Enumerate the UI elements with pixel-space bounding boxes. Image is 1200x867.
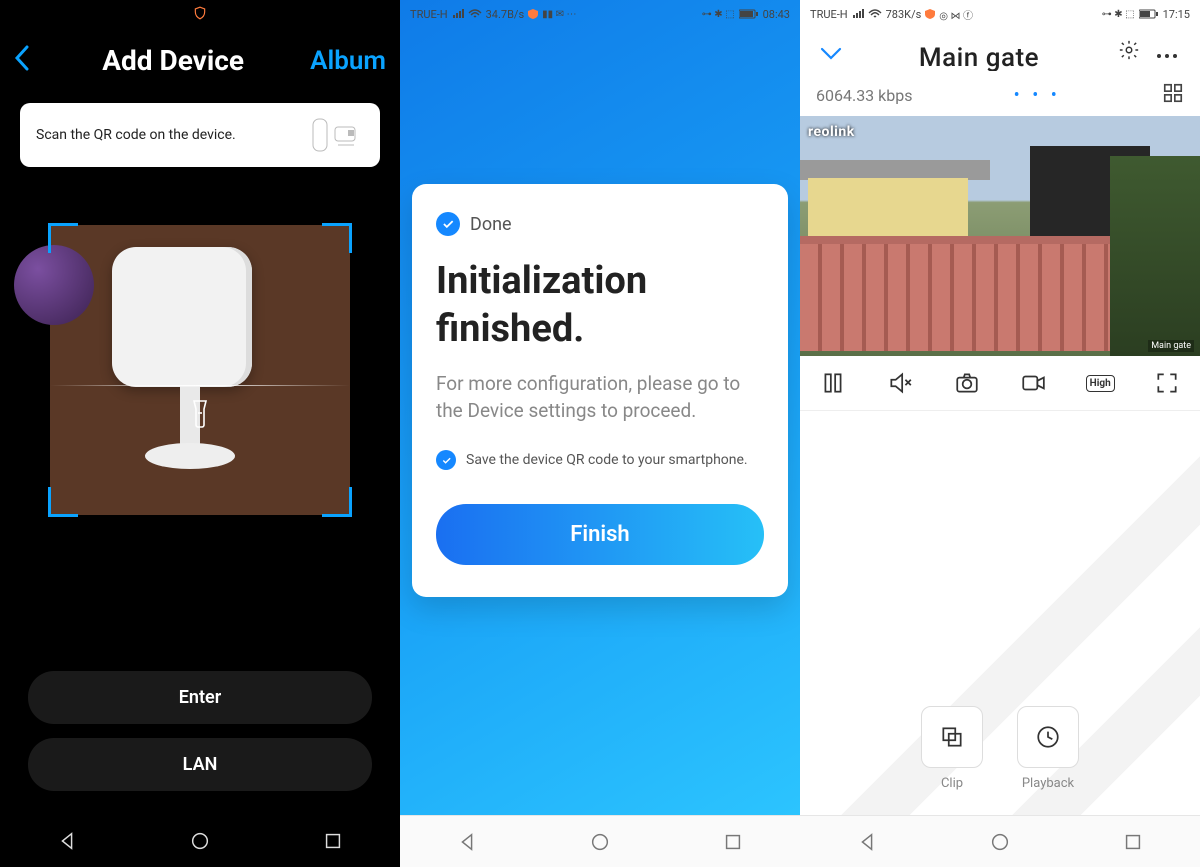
nav-back-button[interactable]	[456, 831, 478, 853]
nav-back-button[interactable]	[56, 830, 78, 852]
done-label: Done	[470, 214, 512, 235]
loading-indicator-icon: • • •	[912, 85, 1162, 106]
timeline-area[interactable]	[800, 411, 1200, 867]
status-bar	[0, 0, 400, 26]
clip-button[interactable]: Clip	[921, 706, 983, 791]
android-nav-bar	[800, 815, 1200, 867]
chevron-left-icon	[14, 45, 30, 71]
page-title: Add Device	[36, 44, 310, 77]
lan-button[interactable]: LAN	[28, 738, 372, 791]
finish-button[interactable]: Finish	[436, 504, 764, 565]
fullscreen-icon	[1154, 370, 1180, 396]
pause-button[interactable]	[818, 370, 848, 396]
album-link[interactable]: Album	[310, 46, 386, 76]
brand-watermark: reolink	[808, 124, 855, 140]
record-button[interactable]	[1018, 370, 1048, 396]
clip-icon	[939, 724, 965, 750]
status-icons: ⊶ ✱ ⬚	[702, 9, 735, 20]
notification-icons: ▮▮ ✉ ⋯	[542, 9, 576, 20]
card-title: Initialization finished.	[436, 258, 764, 353]
completion-card: Done Initialization finished. For more c…	[412, 184, 788, 597]
screen-add-device: Add Device Album Scan the QR code on the…	[0, 0, 400, 867]
notification-icons: ◎ ⋈ ⓕ	[939, 7, 973, 22]
video-toolbar: High	[800, 356, 1200, 411]
camera-overlay-label: Main gate	[1148, 340, 1194, 352]
card-subtext: For more configuration, please go to the…	[436, 371, 764, 424]
save-qr-label: Save the device QR code to your smartpho…	[466, 452, 748, 468]
bitrate-row: 6064.33 kbps • • •	[800, 72, 1200, 116]
scan-line	[50, 385, 350, 386]
android-nav-bar	[400, 815, 800, 867]
battery-icon	[739, 9, 759, 19]
mute-button[interactable]	[885, 370, 915, 396]
status-icons: ⊶ ✱ ⬚	[1102, 9, 1135, 20]
enter-button[interactable]: Enter	[28, 671, 372, 724]
more-button[interactable]	[1148, 41, 1186, 66]
clock: 08:43	[763, 8, 790, 21]
bitrate-value: 6064.33 kbps	[816, 86, 912, 105]
header: Add Device Album	[0, 26, 400, 95]
battery-icon	[1139, 9, 1159, 19]
gear-icon	[1118, 39, 1140, 61]
status-bar: TRUE-H 34.7B/s ▮▮ ✉ ⋯ ⊶ ✱ ⬚ 08:43	[400, 0, 800, 28]
screen-initialization: TRUE-H 34.7B/s ▮▮ ✉ ⋯ ⊶ ✱ ⬚ 08:43 Done I…	[400, 0, 800, 867]
nav-home-button[interactable]	[189, 830, 211, 852]
multiview-button[interactable]	[1162, 82, 1184, 108]
camera-icon	[954, 370, 980, 396]
save-qr-checkbox[interactable]: Save the device QR code to your smartpho…	[436, 450, 764, 470]
carrier-label: TRUE-H	[810, 8, 848, 21]
instruction-text: Scan the QR code on the device.	[36, 127, 236, 143]
camera-name: Main gate	[848, 43, 1110, 71]
bottom-button-group: Enter LAN	[0, 657, 400, 791]
checkmark-icon	[436, 450, 456, 470]
shield-icon	[528, 9, 538, 19]
shield-icon	[193, 6, 207, 20]
instruction-card[interactable]: Scan the QR code on the device.	[20, 103, 380, 167]
playback-button[interactable]: Playback	[1017, 706, 1079, 791]
signal-icon	[452, 9, 464, 19]
screen-live-view: TRUE-H 783K/s ◎ ⋈ ⓕ ⊶ ✱ ⬚ 17:15 Main gat…	[800, 0, 1200, 867]
speaker-mute-icon	[887, 370, 913, 396]
nav-recent-button[interactable]	[1122, 831, 1144, 853]
header: Main gate	[800, 28, 1200, 72]
network-speed: 34.7B/s	[486, 8, 525, 21]
clock: 17:15	[1163, 8, 1190, 21]
nav-recent-button[interactable]	[722, 831, 744, 853]
camera-feed-preview	[50, 225, 350, 515]
network-speed: 783K/s	[886, 8, 922, 21]
playback-label: Playback	[1022, 776, 1074, 791]
device-illustration-icon	[308, 117, 364, 153]
action-row: Clip Playback	[800, 706, 1200, 791]
signal-icon	[852, 9, 864, 19]
status-bar: TRUE-H 783K/s ◎ ⋈ ⓕ ⊶ ✱ ⬚ 17:15	[800, 0, 1200, 28]
snapshot-button[interactable]	[952, 370, 982, 396]
video-icon	[1020, 370, 1046, 396]
flashlight-button[interactable]	[188, 399, 212, 429]
grid-icon	[1162, 82, 1184, 104]
clip-label: Clip	[941, 776, 963, 791]
android-nav-bar	[0, 815, 400, 867]
dropdown-button[interactable]	[814, 38, 848, 68]
qr-scan-viewfinder	[50, 225, 350, 515]
shield-icon	[925, 9, 935, 19]
settings-button[interactable]	[1110, 39, 1148, 67]
chevron-down-icon	[820, 47, 842, 61]
nav-home-button[interactable]	[989, 831, 1011, 853]
back-button[interactable]	[8, 45, 36, 76]
quality-label: High	[1086, 375, 1115, 392]
playback-icon	[1035, 724, 1061, 750]
wifi-icon	[868, 9, 882, 19]
checkmark-icon	[436, 212, 460, 236]
pause-icon	[820, 370, 846, 396]
wifi-icon	[468, 9, 482, 19]
quality-button[interactable]: High	[1085, 370, 1115, 396]
nav-recent-button[interactable]	[322, 830, 344, 852]
more-horizontal-icon	[1156, 52, 1178, 60]
carrier-label: TRUE-H	[410, 8, 448, 21]
nav-back-button[interactable]	[856, 831, 878, 853]
done-row: Done	[436, 212, 764, 236]
fullscreen-button[interactable]	[1152, 370, 1182, 396]
live-video-feed[interactable]: reolink Main gate	[800, 116, 1200, 356]
nav-home-button[interactable]	[589, 831, 611, 853]
